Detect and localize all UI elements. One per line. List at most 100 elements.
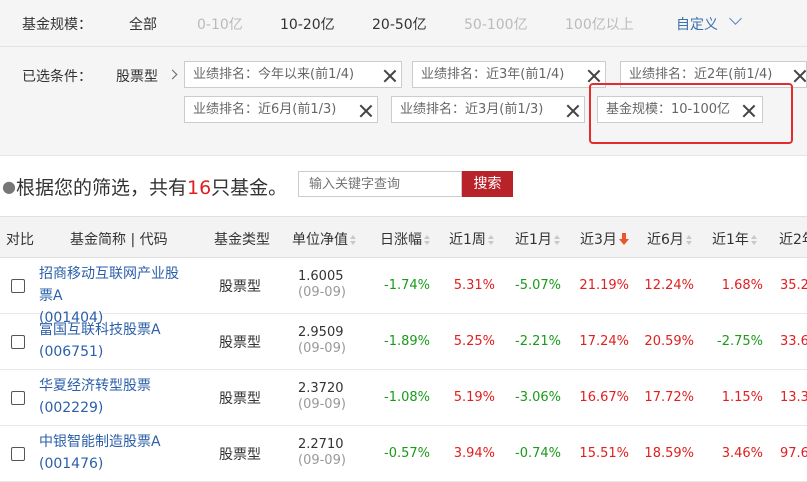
fund-type: 股票型 bbox=[219, 279, 261, 295]
filter-chip-ytd: 业绩排名：今年以来(前1/4) bbox=[184, 61, 402, 88]
compare-checkbox[interactable] bbox=[11, 279, 25, 293]
header-compare: 对比 bbox=[6, 232, 34, 248]
header-daily-change[interactable]: 日涨幅 bbox=[380, 229, 431, 249]
fund-name-link[interactable]: 华夏经济转型股票 (002229) bbox=[39, 375, 189, 419]
return-cell: -1.89% bbox=[384, 334, 430, 349]
fund-name[interactable]: 中银智能制造股票A bbox=[39, 431, 189, 453]
custom-size-toggle[interactable]: 自定义 bbox=[676, 14, 718, 34]
close-icon[interactable] bbox=[383, 69, 397, 83]
header-6m[interactable]: 近6月 bbox=[647, 229, 693, 249]
return-cell: 5.19% bbox=[453, 390, 495, 405]
sort-icon[interactable] bbox=[350, 235, 357, 245]
header-1y[interactable]: 近1年 bbox=[712, 229, 758, 249]
fund-code[interactable]: (001476) bbox=[39, 453, 189, 475]
header-1y-label: 近1年 bbox=[712, 232, 749, 248]
header-2y[interactable]: 近2年 bbox=[779, 229, 807, 249]
selected-conditions-label: 已选条件： bbox=[22, 69, 92, 85]
header-nav[interactable]: 单位净值 bbox=[292, 229, 357, 249]
close-icon[interactable] bbox=[359, 104, 373, 118]
return-cell: 3.46% bbox=[721, 446, 763, 461]
close-icon[interactable] bbox=[793, 69, 806, 83]
size-option-10-20[interactable]: 10-20亿 bbox=[280, 14, 335, 34]
return-cell: 12.24% bbox=[644, 278, 694, 293]
size-option-50-100[interactable]: 50-100亿 bbox=[464, 14, 528, 34]
unit-nav: 2.3720 (09-09) bbox=[298, 381, 346, 413]
header-nav-label: 单位净值 bbox=[292, 232, 348, 248]
table-row: 中银智能制造股票A (001476) 股票型 2.2710 (09-09) -0.57% 3… bbox=[0, 426, 807, 482]
fund-type-crumb[interactable]: 股票型 bbox=[116, 66, 158, 86]
sort-icon[interactable] bbox=[685, 235, 693, 245]
fund-code[interactable]: (006751) bbox=[39, 341, 189, 363]
unit-nav: 2.2710 (09-09) bbox=[298, 437, 346, 469]
return-cell: 16.67% bbox=[579, 390, 629, 405]
fund-type: 股票型 bbox=[219, 391, 261, 407]
size-option-100-plus[interactable]: 100亿以上 bbox=[565, 14, 634, 34]
return-cell: 17.24% bbox=[579, 334, 629, 349]
nav-date: (09-09) bbox=[298, 341, 346, 356]
table-row: 招商移动互联网产业股票A (001404) 股票型 1.6005 (09-09) -1.7… bbox=[0, 258, 807, 326]
close-icon[interactable] bbox=[587, 69, 601, 83]
size-option-20-50[interactable]: 20-50亿 bbox=[372, 14, 427, 34]
fund-name-link[interactable]: 中银智能制造股票A (001476) bbox=[39, 431, 189, 475]
bullet: ● bbox=[2, 177, 16, 196]
fund-name[interactable]: 招商移动互联网产业股票A bbox=[39, 263, 189, 307]
sort-icon[interactable] bbox=[750, 235, 758, 245]
return-cell: 3.94% bbox=[453, 446, 495, 461]
header-3m[interactable]: 近3月 bbox=[580, 229, 629, 249]
return-cell: 5.25% bbox=[453, 334, 495, 349]
fund-type: 股票型 bbox=[219, 335, 261, 351]
fund-size-label: 基金规模： bbox=[22, 17, 92, 33]
header-daily-change-label: 日涨幅 bbox=[380, 232, 422, 248]
sort-icon[interactable] bbox=[553, 235, 561, 245]
search-button[interactable]: 搜索 bbox=[462, 171, 513, 197]
compare-checkbox[interactable] bbox=[11, 447, 25, 461]
filter-chip-label: 业绩排名：近3月(前1/3) bbox=[400, 102, 544, 117]
return-cell: 33.6 bbox=[780, 334, 807, 349]
header-1m-label: 近1月 bbox=[515, 232, 552, 248]
return-cell: 35.2 bbox=[780, 278, 807, 293]
compare-checkbox[interactable] bbox=[11, 391, 25, 405]
fund-name-link[interactable]: 富国互联科技股票A (006751) bbox=[39, 319, 189, 363]
nav-value: 1.6005 bbox=[298, 269, 344, 284]
return-cell: -1.08% bbox=[384, 390, 430, 405]
sort-icon[interactable] bbox=[487, 235, 495, 245]
header-1w[interactable]: 近1周 bbox=[449, 229, 495, 249]
chevron-down-icon[interactable] bbox=[729, 12, 742, 25]
header-1m[interactable]: 近1月 bbox=[515, 229, 561, 249]
compare-checkbox[interactable] bbox=[11, 335, 25, 349]
fund-name[interactable]: 华夏经济转型股票 bbox=[39, 375, 189, 397]
return-cell: -5.07% bbox=[515, 278, 561, 293]
return-cell: 5.31% bbox=[453, 278, 495, 293]
highlight-box bbox=[589, 83, 793, 144]
sort-desc-icon[interactable] bbox=[618, 233, 629, 245]
header-fund-name: 基金简称 | 代码 bbox=[70, 232, 168, 248]
return-cell: 15.51% bbox=[579, 446, 629, 461]
summary-prefix: 根据您的筛选，共有 bbox=[15, 177, 187, 199]
return-cell: -2.21% bbox=[515, 334, 561, 349]
return-cell: -2.75% bbox=[717, 334, 763, 349]
filter-panel: 基金规模： 全部 0-10亿 10-20亿 20-50亿 50-100亿 100… bbox=[0, 0, 807, 156]
fund-name[interactable]: 富国互联科技股票A bbox=[39, 319, 189, 341]
return-cell: -0.74% bbox=[515, 446, 561, 461]
result-count: 16 bbox=[186, 177, 212, 199]
unit-nav: 1.6005 (09-09) bbox=[298, 269, 346, 301]
filter-chip-6m: 业绩排名：近6月(前1/3) bbox=[184, 96, 378, 123]
sort-icon[interactable] bbox=[424, 235, 431, 245]
header-fund-type: 基金类型 bbox=[214, 232, 270, 248]
header-1w-label: 近1周 bbox=[449, 232, 486, 248]
return-cell: 97.6 bbox=[780, 446, 807, 461]
nav-date: (09-09) bbox=[298, 453, 346, 468]
search-input[interactable] bbox=[298, 171, 462, 197]
filter-chip-3y: 业绩排名：近3年(前1/4) bbox=[412, 61, 606, 88]
size-option-0-10[interactable]: 0-10亿 bbox=[197, 14, 243, 34]
close-icon[interactable] bbox=[566, 104, 580, 118]
return-cell: -3.06% bbox=[515, 390, 561, 405]
return-cell: 18.59% bbox=[644, 446, 694, 461]
fund-code[interactable]: (002229) bbox=[39, 397, 189, 419]
fund-size-row: 基金规模： 全部 0-10亿 10-20亿 20-50亿 50-100亿 100… bbox=[0, 0, 807, 47]
table-header: 对比 基金简称 | 代码 基金类型 单位净值 日涨幅 近1周 近1月 近3月 近… bbox=[0, 216, 807, 258]
size-option-all[interactable]: 全部 bbox=[129, 14, 157, 34]
filter-chip-3m: 业绩排名：近3月(前1/3) bbox=[391, 96, 585, 123]
nav-value: 2.3720 bbox=[298, 381, 344, 396]
summary-suffix: 只基金。 bbox=[211, 177, 288, 199]
